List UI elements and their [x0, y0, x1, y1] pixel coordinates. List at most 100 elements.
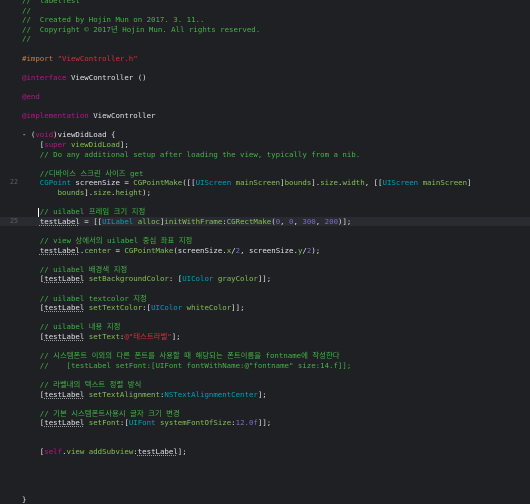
code-token: @implementation	[22, 111, 89, 121]
code-token: width	[342, 178, 365, 188]
code-token: ].	[84, 188, 94, 197]
code-token: bounds	[284, 178, 312, 188]
code-token: size	[320, 178, 338, 188]
code-line[interactable]: // uilabel 배경색 지정	[0, 265, 530, 274]
code-token: viewDidLoad	[66, 140, 120, 149]
code-token: screenSize =	[70, 178, 134, 188]
code-line[interactable]: // Created by Hojin Mun on 2017. 3. 11..	[0, 15, 530, 24]
code-token: [	[22, 418, 45, 428]
code-line[interactable]	[0, 198, 530, 207]
code-token: CGRectMake	[226, 216, 272, 226]
code-line[interactable]: // Copyright © 2017년 Hojin Mun. All righ…	[0, 25, 530, 34]
code-line[interactable]	[0, 486, 530, 495]
code-line[interactable]: [testLabel setBackgroundColor: [UIColor …	[0, 274, 530, 283]
code-line[interactable]	[0, 399, 530, 408]
code-line[interactable]: [testLabel setFont:[UIFont systemFontOfS…	[0, 418, 530, 427]
code-token: self	[44, 447, 63, 457]
code-line[interactable]: //	[0, 34, 530, 43]
code-line[interactable]	[0, 428, 530, 437]
code-token: // 라벨내의 텍스트 정렬 방식	[22, 380, 142, 389]
code-token: size	[93, 188, 112, 197]
code-line[interactable]: testLabel.center = CGPointMake(screenSiz…	[0, 246, 530, 255]
code-token: :[	[119, 418, 129, 428]
code-line[interactable]	[0, 284, 530, 293]
code-line[interactable]: @interface ViewController ()	[0, 73, 530, 82]
code-line[interactable]	[0, 476, 530, 485]
code-token: , screenSize.	[240, 245, 298, 255]
code-line[interactable]: // uilabel 내용 지정	[0, 322, 530, 331]
code-line[interactable]: // view 상에서의 uilabel 중심 좌표 지정	[0, 236, 530, 245]
code-line[interactable]	[0, 159, 530, 168]
code-token: view	[66, 447, 85, 457]
code-token: "ViewController.h"	[57, 53, 138, 63]
code-token: void	[35, 130, 54, 140]
code-text: [super viewDidLoad];	[22, 140, 129, 149]
code-token: ViewController	[88, 111, 156, 121]
code-text: [self.view addSubview:testLabel];	[22, 447, 187, 456]
code-line[interactable]: 22 CGPoint screenSize = CGPointMake([[UI…	[0, 178, 530, 187]
code-token: //	[22, 34, 31, 44]
code-line[interactable]: // uilabel textcolor 지정	[0, 294, 530, 303]
code-line[interactable]: // Do any additional setup after loading…	[0, 150, 530, 159]
code-token: UILabel	[102, 216, 134, 226]
code-token: );	[311, 245, 321, 255]
code-text: @interface ViewController ()	[22, 73, 147, 82]
code-line[interactable]: //	[0, 6, 530, 15]
code-line[interactable]: [super viewDidLoad];	[0, 140, 530, 149]
code-line[interactable]: #import "ViewController.h"	[0, 54, 530, 63]
code-line[interactable]: // labelTest	[0, 0, 530, 5]
code-line[interactable]	[0, 438, 530, 447]
code-editor[interactable]: // labelTest//// Created by Hojin Mun on…	[0, 0, 530, 504]
code-text: [testLabel setText:@"테스트라벨"];	[22, 332, 181, 341]
code-text: testLabel = [[UILabel alloc]initWithFram…	[22, 216, 352, 226]
code-line[interactable]	[0, 313, 530, 322]
code-token: ];	[257, 389, 267, 399]
code-token: [	[22, 447, 45, 457]
identifier-token: testLabel	[44, 389, 85, 399]
code-token: grayColor	[217, 274, 258, 284]
code-line[interactable]	[0, 102, 530, 111]
code-line[interactable]: //디바이스 스크린 사이즈 get	[0, 169, 530, 178]
code-line[interactable]: @end	[0, 92, 530, 101]
code-text: //	[22, 34, 31, 43]
code-line[interactable]	[0, 121, 530, 130]
code-token: );	[142, 188, 152, 197]
code-line[interactable]: [testLabel setTextAlignment:NSTextAlignm…	[0, 390, 530, 399]
code-line[interactable]: [self.view addSubview:testLabel];	[0, 447, 530, 456]
code-text: [testLabel setTextColor:[UIColor whiteCo…	[22, 303, 245, 312]
code-token: [	[22, 274, 45, 284]
code-line[interactable]: // 라벨내의 텍스트 정렬 방식	[0, 380, 530, 389]
code-token: UIColor	[182, 274, 214, 284]
code-line[interactable]	[0, 457, 530, 466]
code-token: setFont	[88, 418, 120, 428]
code-line[interactable]: @implementation ViewController	[0, 111, 530, 120]
code-line[interactable]	[0, 255, 530, 264]
code-line[interactable]	[0, 82, 530, 91]
code-text: // uilabel 프레임 크기 지정	[22, 207, 145, 216]
code-line[interactable]: - (void)viewDidLoad {	[0, 130, 530, 139]
code-line[interactable]: // 기본 시스템폰트사용시 글자 크기 변경	[0, 409, 530, 418]
code-line[interactable]: // 시스템폰트 이외의 다른 폰트를 사용할 때 해당되는 폰트이름을 fon…	[0, 351, 530, 360]
code-line[interactable]	[0, 226, 530, 235]
code-token: alloc	[137, 216, 160, 226]
code-line[interactable]: 25 testLabel = [[UILabel alloc]initWithF…	[0, 216, 530, 226]
code-token: 300	[302, 216, 316, 226]
code-token: :[	[142, 303, 152, 313]
code-line[interactable]: // [testLabel setFont:[UIFont fontWithNa…	[0, 361, 530, 370]
code-text: // Do any additional setup after loading…	[22, 150, 360, 159]
code-line[interactable]	[0, 342, 530, 351]
code-line[interactable]: [testLabel setText:@"테스트라벨"];	[0, 332, 530, 341]
code-line[interactable]	[0, 63, 530, 72]
code-token: [	[22, 303, 45, 313]
code-line[interactable]	[0, 370, 530, 379]
code-token: UIScreen	[382, 178, 419, 188]
code-token: @end	[22, 92, 40, 101]
code-line[interactable]: [testLabel setTextColor:[UIColor whiteCo…	[0, 303, 530, 312]
code-text: //	[22, 6, 31, 15]
code-line[interactable]	[0, 44, 530, 53]
code-line[interactable]	[0, 466, 530, 475]
code-line[interactable]: // uilabel 프레임 크기 지정	[0, 207, 530, 216]
code-line[interactable]: }	[0, 495, 530, 504]
code-line[interactable]: bounds].size.height);	[0, 188, 530, 197]
